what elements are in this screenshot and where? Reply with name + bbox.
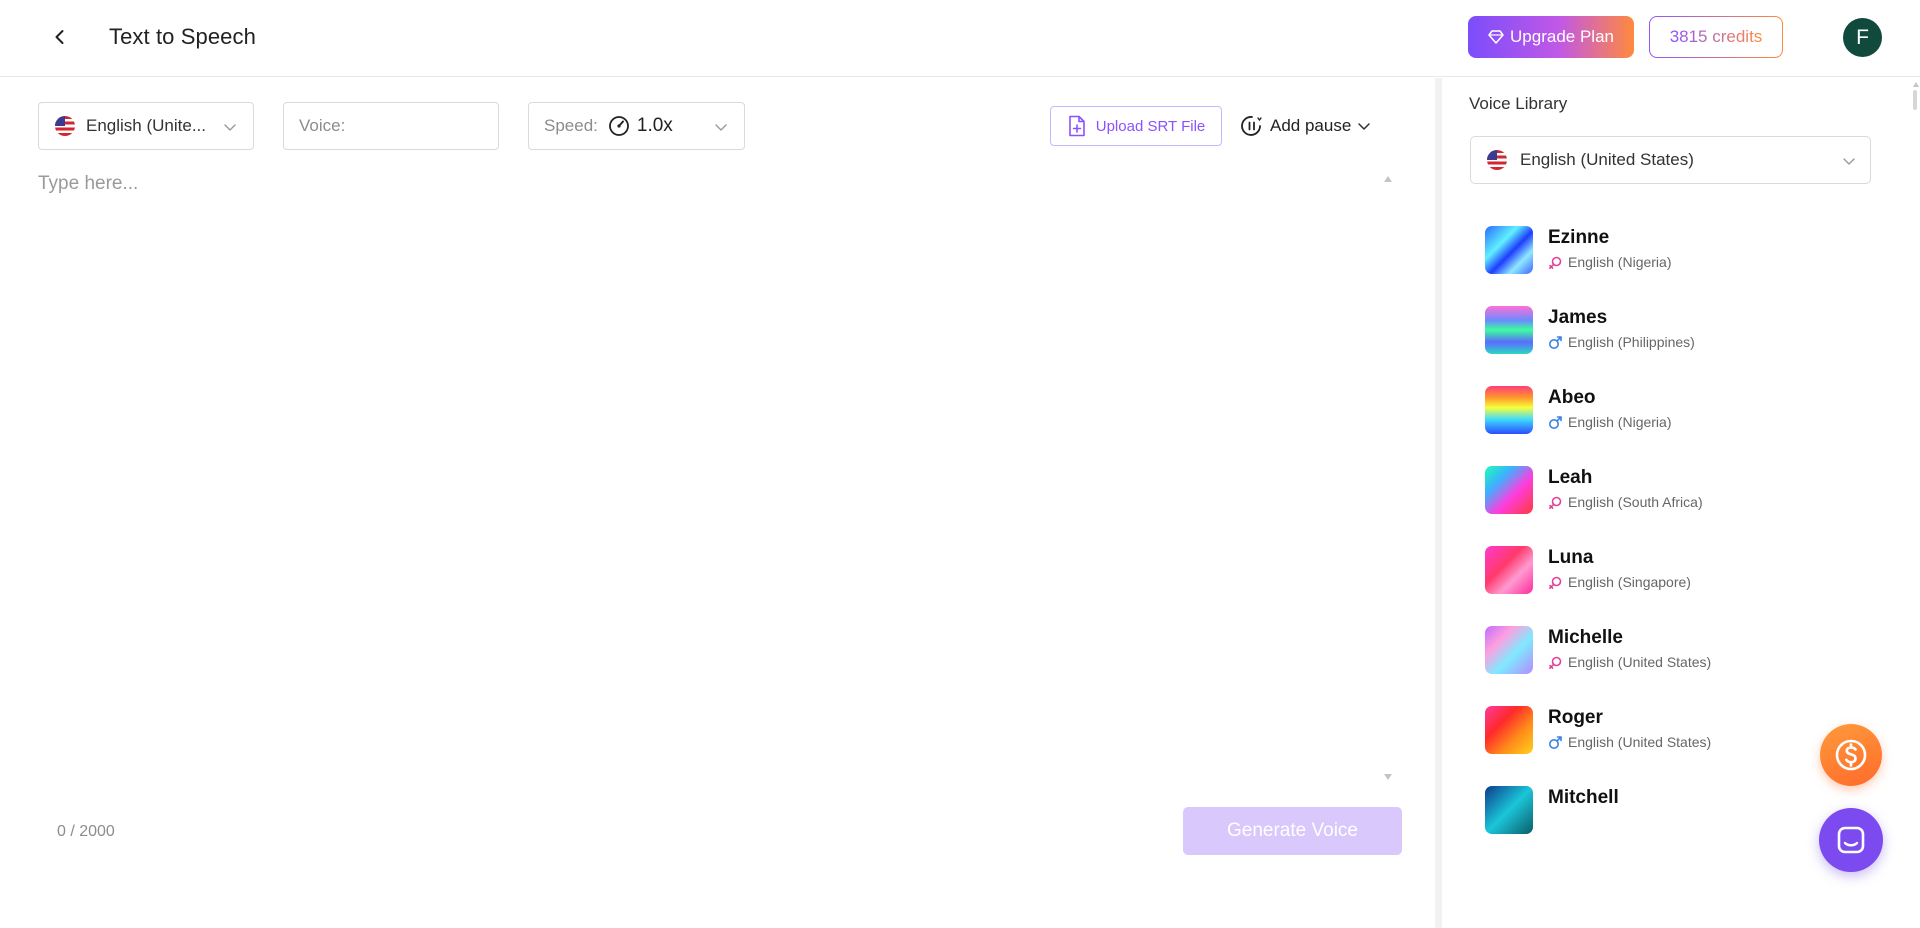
page-title: Text to Speech xyxy=(109,24,256,49)
voice-meta: English (United States) xyxy=(1548,654,1711,670)
scroll-down-arrow-icon[interactable] xyxy=(1384,774,1392,780)
voice-accent: English (South Africa) xyxy=(1568,494,1703,510)
voice-name: Michelle xyxy=(1548,627,1623,648)
speed-label: Speed: xyxy=(544,116,598,135)
upgrade-plan-button[interactable]: Upgrade Plan xyxy=(1468,16,1634,58)
pause-icon xyxy=(1241,116,1262,136)
voice-name: Abeo xyxy=(1548,387,1596,408)
library-language-value: English (United States) xyxy=(1520,150,1694,169)
user-avatar[interactable]: F xyxy=(1843,18,1882,57)
voice-name: James xyxy=(1548,307,1608,328)
voice-item[interactable]: Michelle English (United States) xyxy=(1485,626,1865,696)
voice-select-placeholder: Voice: xyxy=(299,116,346,135)
voice-accent: English (Philippines) xyxy=(1568,334,1695,350)
upgrade-plan-label: Upgrade Plan xyxy=(1510,27,1614,46)
female-icon xyxy=(1549,656,1562,669)
support-chat-button[interactable] xyxy=(1819,808,1883,872)
us-flag-icon xyxy=(55,116,75,136)
voice-name: Leah xyxy=(1548,467,1593,488)
voice-library-title: Voice Library xyxy=(1469,94,1568,113)
voice-item[interactable]: Mitchell xyxy=(1485,786,1865,856)
library-scrollbar[interactable] xyxy=(1911,78,1920,928)
voice-accent: English (Nigeria) xyxy=(1568,254,1672,270)
male-icon xyxy=(1549,415,1562,429)
dollar-coin-icon xyxy=(1835,739,1867,771)
add-pause-label: Add pause xyxy=(1270,116,1352,135)
pricing-float-button[interactable] xyxy=(1820,724,1882,786)
add-pause-button[interactable]: Add pause xyxy=(1240,110,1371,142)
voice-meta: English (Nigeria) xyxy=(1548,414,1671,430)
voice-avatar xyxy=(1485,706,1533,754)
chevron-down-icon xyxy=(1843,158,1855,165)
voice-meta: English (South Africa) xyxy=(1548,494,1703,510)
chat-icon xyxy=(1837,826,1865,854)
character-count: 0 / 2000 xyxy=(57,823,115,840)
voice-item[interactable]: James English (Philippines) xyxy=(1485,306,1865,376)
voice-avatar xyxy=(1485,226,1533,274)
voice-avatar xyxy=(1485,386,1533,434)
upload-srt-label: Upload SRT File xyxy=(1095,117,1206,135)
voice-library-panel: Voice Library English (United States) Ez… xyxy=(1442,78,1920,928)
upload-srt-button[interactable]: Upload SRT File xyxy=(1050,106,1222,146)
scroll-up-arrow-icon[interactable] xyxy=(1384,176,1392,182)
voice-name: Luna xyxy=(1548,547,1594,568)
male-icon xyxy=(1549,735,1562,749)
scroll-up-arrow-icon[interactable] xyxy=(1913,82,1919,87)
language-select-value: English (Unite... xyxy=(86,116,206,135)
voice-accent: English (United States) xyxy=(1568,734,1712,750)
voice-accent: English (Nigeria) xyxy=(1568,414,1672,430)
speed-value: 1.0x xyxy=(636,115,673,136)
voice-accent: English (Singapore) xyxy=(1568,574,1691,590)
voice-name: Ezinne xyxy=(1548,227,1610,248)
voice-avatar xyxy=(1485,466,1533,514)
voice-meta: English (United States) xyxy=(1548,734,1711,750)
voice-item[interactable]: Luna English (Singapore) xyxy=(1485,546,1865,616)
voice-avatar xyxy=(1485,626,1533,674)
gauge-icon xyxy=(608,116,629,136)
voice-select[interactable]: Voice: xyxy=(283,102,499,150)
credits-label: 3815 credits xyxy=(1669,27,1763,46)
library-scroll-thumb[interactable] xyxy=(1913,90,1917,110)
voice-avatar xyxy=(1485,306,1533,354)
voice-meta: English (Philippines) xyxy=(1548,334,1695,350)
voice-item[interactable]: Ezinne English (Nigeria) xyxy=(1485,226,1865,296)
female-icon xyxy=(1549,256,1562,269)
diamond-icon xyxy=(1488,30,1504,44)
chevron-left-icon xyxy=(55,30,64,44)
voice-item[interactable]: Leah English (South Africa) xyxy=(1485,466,1865,536)
voice-avatar xyxy=(1485,546,1533,594)
top-header: Text to Speech Upgrade Plan 3815 credits… xyxy=(0,0,1920,77)
library-language-select[interactable]: English (United States) xyxy=(1470,136,1871,184)
voice-item[interactable]: Abeo English (Nigeria) xyxy=(1485,386,1865,456)
voice-name: Roger xyxy=(1548,707,1603,728)
male-icon xyxy=(1549,335,1562,349)
chevron-down-icon xyxy=(224,124,236,131)
voice-item[interactable]: Roger English (United States) xyxy=(1485,706,1865,776)
voice-meta: English (Singapore) xyxy=(1548,574,1691,590)
panel-divider xyxy=(1435,78,1442,928)
credits-button[interactable]: 3815 credits xyxy=(1649,16,1783,58)
us-flag-icon xyxy=(1487,150,1507,170)
voice-name: Mitchell xyxy=(1548,787,1619,808)
chevron-down-icon xyxy=(1358,123,1371,130)
female-icon xyxy=(1549,576,1562,589)
female-icon xyxy=(1549,496,1562,509)
chevron-down-icon xyxy=(715,124,727,131)
editor-panel: English (Unite... Voice: Speed: 1.0x Upl… xyxy=(0,78,1434,928)
speed-select[interactable]: Speed: 1.0x xyxy=(528,102,745,150)
voice-avatar xyxy=(1485,786,1533,834)
voice-meta: English (Nigeria) xyxy=(1548,254,1671,270)
language-select[interactable]: English (Unite... xyxy=(38,102,254,150)
file-add-icon xyxy=(1068,115,1085,137)
back-button[interactable] xyxy=(44,21,76,53)
text-input[interactable] xyxy=(38,173,1378,773)
generate-voice-button[interactable]: Generate Voice xyxy=(1183,807,1402,855)
voice-accent: English (United States) xyxy=(1568,654,1712,670)
